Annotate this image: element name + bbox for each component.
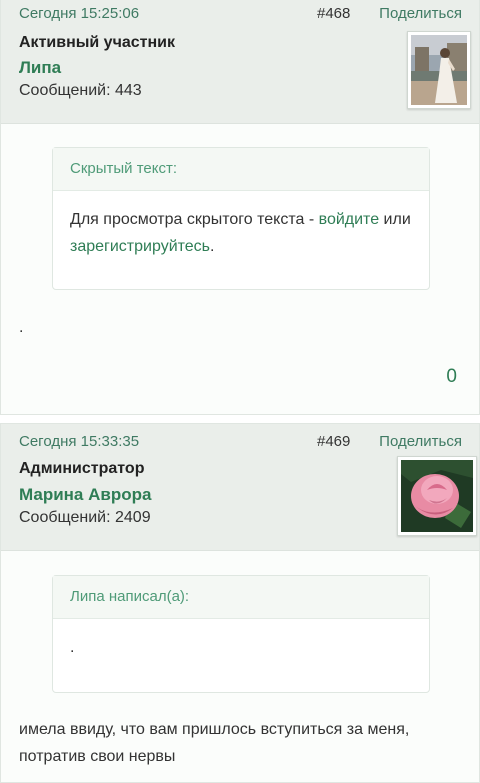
- avatar[interactable]: [397, 456, 477, 536]
- quote-title: Скрытый текст:: [53, 148, 429, 191]
- bride-photo-avatar-icon: [411, 35, 467, 105]
- post-number-link[interactable]: #469: [317, 433, 350, 450]
- quote-body: .: [53, 619, 429, 676]
- message-count: Сообщений: 443: [19, 82, 142, 99]
- post-date-link[interactable]: Сегодня 15:25:06: [19, 5, 139, 22]
- author-name-link[interactable]: Липа: [19, 58, 61, 78]
- post-body-text: .: [19, 319, 24, 336]
- post-body-text: имела ввиду, что вам пришлось вступиться…: [19, 721, 410, 765]
- post-date-link[interactable]: Сегодня 15:33:35: [19, 433, 139, 450]
- quote-body: Для просмотра скрытого текста - войдите …: [53, 191, 429, 275]
- pink-rose-avatar-icon: [401, 460, 473, 532]
- hidden-text-block: Скрытый текст: Для просмотра скрытого те…: [52, 147, 430, 290]
- quote-text: .: [210, 238, 215, 255]
- quote-text: .: [70, 639, 75, 656]
- quote-text: или: [379, 211, 411, 228]
- user-role: Активный участник: [19, 34, 176, 51]
- share-link[interactable]: Поделиться: [379, 433, 462, 450]
- quote-block: Липа написал(а): .: [52, 575, 430, 693]
- post-header: Сегодня 15:33:35 #469 Поделиться Админис…: [1, 424, 479, 551]
- post-header: Сегодня 15:25:06 #468 Поделиться Активны…: [1, 0, 479, 124]
- share-link[interactable]: Поделиться: [379, 5, 462, 22]
- reaction-count[interactable]: 0: [446, 366, 457, 388]
- login-link[interactable]: войдите: [319, 211, 379, 228]
- quote-text: Для просмотра скрытого текста -: [70, 211, 319, 228]
- forum-post: Сегодня 15:33:35 #469 Поделиться Админис…: [0, 423, 480, 783]
- register-link[interactable]: зарегистрируйтесь: [70, 238, 210, 255]
- user-role: Администратор: [19, 460, 145, 477]
- author-name-link[interactable]: Марина Аврора: [19, 485, 151, 505]
- message-count: Сообщений: 2409: [19, 509, 151, 526]
- post-number-link[interactable]: #468: [317, 5, 350, 22]
- avatar[interactable]: [407, 31, 471, 109]
- quote-title: Липа написал(а):: [53, 576, 429, 619]
- forum-post: Сегодня 15:25:06 #468 Поделиться Активны…: [0, 0, 480, 415]
